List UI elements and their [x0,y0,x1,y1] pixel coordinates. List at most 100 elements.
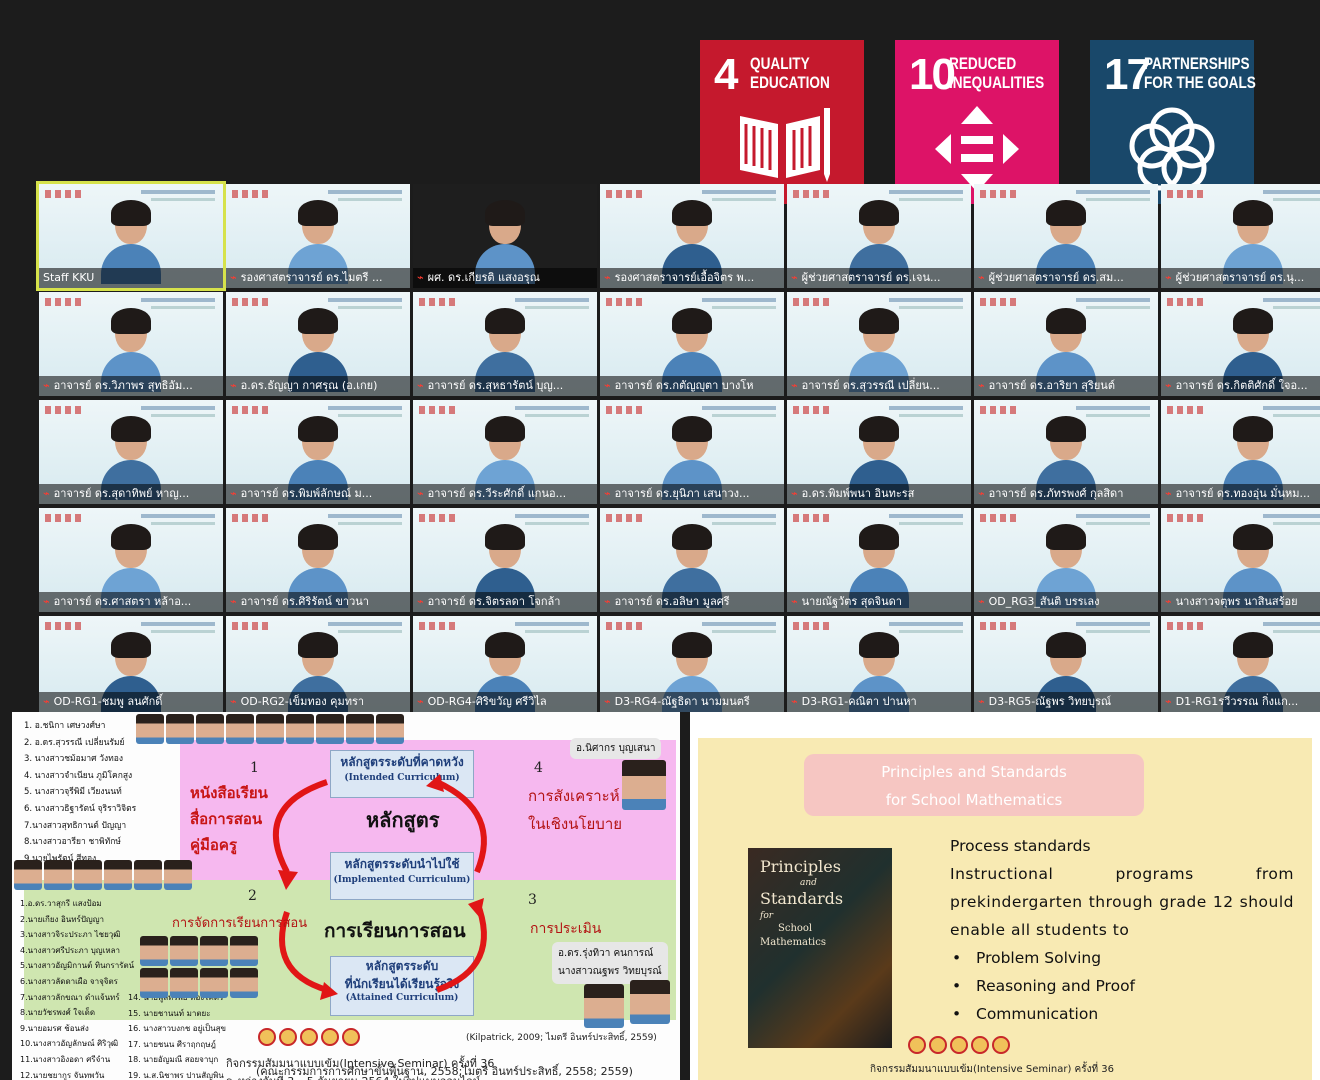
university-logo [908,1036,926,1054]
participant-tile[interactable]: ⌁ ผู้ช่วยศาสตราจารย์ ดร.สม... [974,184,1158,288]
logo-bar [606,406,646,414]
seminar-banner-sub [151,630,215,633]
participant-tile[interactable]: ⌁ D3-RG5-ณัฐพร วิทยบุรณ์ [974,616,1158,712]
participant-name-bar: ⌁ อาจารย์ ดร.ยุนิภา เสนาวง... [600,484,784,504]
name-item: 1. อ.ชนิกา เศษวงศ์ษา [24,721,106,731]
seminar-banner [1263,514,1320,518]
participant-tile[interactable]: ⌁ อาจารย์ ดร.ศาสตรา หล้าอ... [39,508,223,612]
participant-name: อาจารย์ ดร.ทองอุ่น มั่นหม... [1175,487,1311,500]
seminar-banner-sub [1086,198,1150,201]
participant-video [288,200,348,284]
participant-tile[interactable]: ⌁ อาจารย์ ดร.กิตติศักดิ์ ใจอ... [1161,292,1320,396]
seminar-banner [141,514,215,518]
participant-tile[interactable]: ⌁ อาจารย์ ดร.สุดาทิพย์ หาญ... [39,400,223,504]
participant-tile[interactable]: ⌁ D1-RG1รวีวรรณ กิ่งแก... [1161,616,1320,712]
participant-tile[interactable]: ⌁ อาจารย์ ดร.วิภาพร สุทธิอัม... [39,292,223,396]
logo-bar [45,406,85,414]
seminar-banner-sub [151,198,215,201]
participant-tile[interactable]: ⌁ อาจารย์ ดร.ยุนิภา เสนาวง... [600,400,784,504]
participant-tile[interactable]: ⌁ อ.ดร.ธัญญา กาศรุณ (อ.เกย) [226,292,410,396]
curriculum-slide: 1. อ.ชนิกา เศษวงศ์ษา 2. อ.ดร.สุวรรณี เปล… [12,712,680,1080]
participant-name: รองศาสตราจารย์ ดร.ไมตรี ... [240,271,383,284]
participant-tile[interactable]: ⌁ ผศ. ดร.เกียรติ แสงอรุณ [413,184,597,288]
participant-tile[interactable]: ⌁ OD-RG1-ชมพู ลนศักดิ์ [39,616,223,712]
participant-tile[interactable]: Staff KKU [36,181,226,291]
participant-tile[interactable]: ⌁ ผู้ช่วยศาสตราจารย์ ดร.นุ... [1161,184,1320,288]
name-item: 11.นางสาวอิงอดา ศรีจำน [20,1054,111,1064]
logo-bar [419,406,459,414]
participant-video [1223,416,1283,500]
seminar-banner-sub [1273,306,1320,309]
participant-tile[interactable]: ⌁ อาจารย์ ดร.วีระศักดิ์ แกนอ... [413,400,597,504]
participant-tile[interactable]: ⌁ D3-RG4-ณัฐธิดา นามมนตรี [600,616,784,712]
participant-video [849,416,909,500]
participant-video [849,632,909,712]
participant-tile[interactable]: ⌁ อาจารย์ ดร.ทองอุ่น มั่นหม... [1161,400,1320,504]
participant-name: อาจารย์ ดร.สุดาทิพย์ หาญ... [53,487,190,500]
logo-bar [45,298,85,306]
participant-tile[interactable]: ⌁ อาจารย์ ดร.ศิริรัตน์ ขาวนา [226,508,410,612]
list-item: Problem Solving [950,944,1294,972]
participant-tile[interactable]: ⌁ ผู้ช่วยศาสตราจารย์ ดร.เจน... [787,184,971,288]
list-item: Reasoning and Proof [950,972,1294,1000]
participant-name-bar: ⌁ อาจารย์ ดร.ทองอุ่น มั่นหม... [1161,484,1320,504]
seminar-banner-sub [1273,198,1320,201]
teaching-media-label: สื่อการสอน [190,810,263,828]
participant-name: อาจารย์ ดร.สุวรรณี เปลี่ยน... [801,379,940,392]
seminar-banner-sub [338,630,402,633]
seminar-banner-sub [338,198,402,201]
participant-tile[interactable]: ⌁ D3-RG1-คณิตา ปานหา [787,616,971,712]
participant-video [662,416,722,500]
seminar-banner [1076,622,1150,626]
participant-tile[interactable]: ⌁ อาจารย์ ดร.กตัญญุตา บางโห [600,292,784,396]
seminar-banner-sub [525,306,589,309]
participant-video [849,524,909,608]
participant-tile[interactable]: ⌁ อาจารย์ ดร.สุหธารัตน์ บุญ... [413,292,597,396]
participant-tile[interactable]: ⌁ อาจารย์ ดร.อาริยา สุริยนต์ [974,292,1158,396]
participant-tile[interactable]: ⌁ รองศาสตราจารย์เอื้อจิตร พ... [600,184,784,288]
seminar-banner [141,622,215,626]
participant-name: อาจารย์ ดร.ศาสตรา หล้าอ... [53,595,192,608]
speaker-photo-bottom-1 [584,984,624,1028]
participant-tile[interactable]: ⌁ อาจารย์ ดร.สุวรรณี เปลี่ยน... [787,292,971,396]
participant-tile[interactable]: ⌁ อาจารย์ ดร.ภัทรพงศ์ กุลสิดา [974,400,1158,504]
seminar-banner-sub [899,198,963,201]
participant-tile[interactable]: ⌁ อ.ดร.พิมพ์พนา อินทะรส [787,400,971,504]
participant-tile[interactable]: ⌁ OD_RG3_สันติ บรรเลง [974,508,1158,612]
participant-video [101,632,161,712]
seminar-banner [515,298,589,302]
participant-tile[interactable]: ⌁ รองศาสตราจารย์ ดร.ไมตรี ... [226,184,410,288]
logo-bar [232,298,272,306]
participant-tile[interactable]: ⌁ OD-RG2-เข็มทอง คุมทรา [226,616,410,712]
participant-video [1223,524,1283,608]
participant-name: OD-RG4-ศิริขวัญ ศรีวิไล [427,695,547,708]
university-logo [258,1028,276,1046]
face-thumbnail [104,860,132,890]
participant-tile[interactable]: ⌁ อาจารย์ ดร.อลิษา มูลศรี [600,508,784,612]
slide-title-line-1: Principles and Standards [881,763,1067,781]
face-thumbnail [134,860,162,890]
participant-name-bar: ⌁ OD_RG3_สันติ บรรเลง [974,592,1158,612]
logo-bar [980,406,1020,414]
participant-tile[interactable]: ⌁ อาจารย์ ดร.จิตรลดา โจกล้า [413,508,597,612]
seminar-banner-sub [338,522,402,525]
name-item: 19. น.ส.นิชาพร ปานสัญพิน [128,1070,224,1080]
participant-video [101,524,161,608]
participant-tile[interactable]: ⌁ OD-RG4-ศิริขวัญ ศรีวิไล [413,616,597,712]
participant-name: นางสาวจตุพร นาสินสร้อย [1175,595,1298,608]
logo-bar [45,622,85,630]
logo-bar [606,514,646,522]
participant-name-bar: ⌁ อาจารย์ ดร.จิตรลดา โจกล้า [413,592,597,612]
participant-video [1036,632,1096,712]
step-1-number: 1 [250,760,259,776]
name-item: 2. อ.ดร.สุวรรณี เปลี่ยนรัมย์ [24,737,125,748]
university-logo [300,1028,318,1046]
seminar-banner-sub [1086,630,1150,633]
participant-tile[interactable]: ⌁ นางสาวจตุพร นาสินสร้อย [1161,508,1320,612]
logo-bar [419,622,459,630]
participant-tile[interactable]: ⌁ นายณัฐวัตร สุดจินดา [787,508,971,612]
seminar-banner [1263,622,1320,626]
muted-mic-icon: ⌁ [791,271,798,284]
participant-tile[interactable]: ⌁ อาจารย์ ดร.พิมพ์ลักษณ์ ม... [226,400,410,504]
book-title-line: for [760,911,774,921]
